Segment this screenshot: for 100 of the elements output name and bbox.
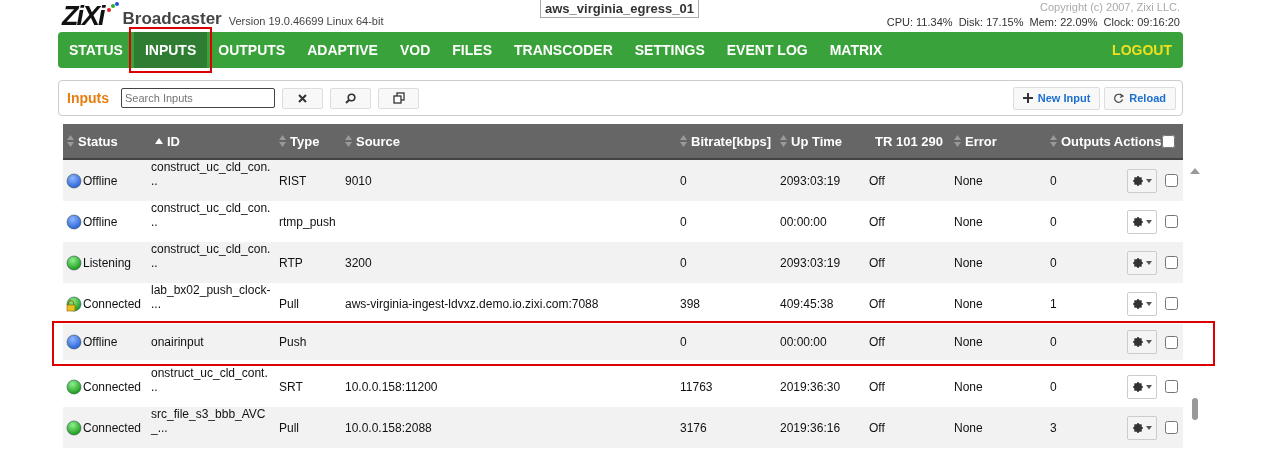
new-input-button[interactable]: New Input bbox=[1012, 86, 1101, 110]
tr-101-290-cell: Off bbox=[869, 335, 885, 349]
caret-icon bbox=[1145, 301, 1152, 306]
row-checkbox[interactable] bbox=[1165, 421, 1178, 434]
type-cell: RTP bbox=[279, 255, 303, 270]
actions-menu-button[interactable] bbox=[1127, 250, 1157, 275]
status-text: Offline bbox=[83, 173, 118, 188]
outputs-cell: 3 bbox=[1050, 420, 1057, 435]
section-title: Inputs bbox=[67, 90, 109, 106]
gear-icon bbox=[1132, 298, 1143, 309]
column-header[interactable]: Error bbox=[965, 133, 997, 149]
nav-tab[interactable]: SETTINGS bbox=[623, 32, 716, 68]
gear-icon bbox=[1132, 175, 1143, 186]
error-cell: None bbox=[954, 214, 983, 229]
select-all-checkbox[interactable] bbox=[1161, 134, 1175, 148]
row-checkbox[interactable] bbox=[1165, 256, 1178, 269]
type-cell: rtmp_push bbox=[279, 214, 336, 229]
row-checkbox[interactable] bbox=[1165, 380, 1178, 393]
input-id: construct_uc_cld_con. .. bbox=[151, 160, 271, 188]
server-name: aws_virginia_egress_01 bbox=[540, 0, 699, 18]
input-id: onstruct_uc_cld_cont. .. bbox=[151, 365, 268, 394]
uptime-cell: 2093:03:19 bbox=[780, 255, 841, 270]
column-header[interactable]: Up Time bbox=[791, 133, 843, 149]
tr-101-290-cell: Off bbox=[869, 420, 885, 435]
row-checkbox[interactable] bbox=[1165, 215, 1178, 228]
status-text: Connected bbox=[83, 420, 142, 435]
tr-101-290-cell: Off bbox=[869, 379, 885, 394]
search-button[interactable] bbox=[330, 87, 371, 109]
plus-icon bbox=[1022, 93, 1033, 103]
scrollbar-thumb[interactable] bbox=[1192, 398, 1198, 420]
column-header[interactable]: Type bbox=[290, 133, 320, 149]
bitrate-cell: 0 bbox=[680, 335, 687, 349]
type-cell: Push bbox=[279, 335, 307, 349]
nav-tab[interactable]: STATUS bbox=[58, 32, 134, 68]
search-icon bbox=[345, 92, 356, 104]
table-row[interactable]: Connected src_file_s3_bbb_AVC _... Pull 10.0.0.158:2088 3176 2019:36:16 Off None 3 bbox=[63, 407, 1183, 448]
copyright-text: Copyright (c) 2007, Zixi LLC. bbox=[1040, 0, 1180, 14]
actions-menu-button[interactable] bbox=[1127, 415, 1157, 440]
uptime-cell: 00:00:00 bbox=[780, 214, 827, 229]
system-stats: CPU: 11.34% Disk: 17.15% Mem: 22.09% Clock: 09:16:20 bbox=[886, 15, 1180, 30]
row-checkbox[interactable] bbox=[1165, 174, 1178, 187]
tr-101-290-cell: Off bbox=[869, 296, 885, 311]
source-cell: 3200 bbox=[345, 255, 372, 270]
status-text: Offline bbox=[83, 335, 118, 349]
nav-tab[interactable]: TRANSCODER bbox=[502, 32, 624, 68]
column-header: Actions bbox=[1113, 133, 1162, 149]
tr-101-290-cell: Off bbox=[869, 173, 885, 188]
row-checkbox[interactable] bbox=[1165, 297, 1178, 310]
actions-menu-button[interactable] bbox=[1127, 291, 1157, 316]
tr-101-290-cell: Off bbox=[869, 214, 885, 229]
nav-tab[interactable]: EVENT LOG bbox=[715, 32, 819, 68]
column-header[interactable]: Outputs bbox=[1061, 133, 1111, 149]
bitrate-cell: 3176 bbox=[680, 420, 707, 435]
actions-menu-button[interactable] bbox=[1127, 374, 1157, 399]
nav-tab[interactable]: FILES bbox=[441, 32, 503, 68]
source-cell: 10.0.0.158:2088 bbox=[345, 420, 432, 435]
table-row[interactable]: Offline onairinput Push 0 00:00:00 Off None 0 bbox=[63, 324, 1183, 360]
nav-tab[interactable]: OUTPUTS bbox=[207, 32, 297, 68]
type-cell: Pull bbox=[279, 420, 299, 435]
copy-button[interactable] bbox=[378, 87, 419, 109]
error-cell: None bbox=[954, 296, 983, 311]
error-cell: None bbox=[954, 255, 983, 270]
table-row[interactable]: Offline construct_uc_cld_con. .. RIST 9010 0 2093:03:19 Off None 0 bbox=[63, 160, 1183, 201]
caret-icon bbox=[1145, 425, 1152, 430]
gear-icon bbox=[1132, 422, 1143, 433]
type-cell: SRT bbox=[279, 379, 303, 394]
column-header[interactable]: ID bbox=[167, 133, 180, 149]
nav-tab[interactable]: MATRIX bbox=[818, 32, 894, 68]
type-cell: Pull bbox=[279, 296, 299, 311]
outputs-cell: 0 bbox=[1050, 255, 1057, 270]
actions-menu-button[interactable] bbox=[1127, 209, 1157, 234]
status-text: Listening bbox=[83, 255, 132, 270]
reload-button[interactable]: Reload bbox=[1104, 86, 1176, 110]
clear-button[interactable] bbox=[282, 87, 323, 109]
scroll-up-icon bbox=[1190, 168, 1200, 174]
product-name: Broadcaster bbox=[122, 8, 222, 30]
column-header[interactable]: Status bbox=[78, 133, 118, 149]
column-header[interactable]: Source bbox=[356, 133, 401, 149]
nav-tab[interactable]: VOD bbox=[388, 32, 442, 68]
type-cell: RIST bbox=[279, 173, 307, 188]
caret-icon bbox=[1145, 340, 1152, 344]
actions-menu-button[interactable] bbox=[1127, 168, 1157, 193]
bitrate-cell: 398 bbox=[680, 296, 701, 311]
outputs-cell: 0 bbox=[1050, 173, 1057, 188]
gear-icon bbox=[1132, 257, 1143, 268]
source-cell: aws-virginia-ingest-ldvxz.demo.io.zixi.com:7088 bbox=[345, 296, 599, 311]
outputs-cell: 0 bbox=[1050, 214, 1057, 229]
search-field[interactable]: Search Inputs bbox=[121, 88, 275, 108]
gear-icon bbox=[1132, 381, 1143, 392]
column-header[interactable]: Bitrate[kbps] bbox=[691, 133, 772, 149]
input-id: lab_bx02_push_clock- ... bbox=[151, 282, 271, 311]
nav-tab[interactable]: ADAPTIVE bbox=[296, 32, 389, 68]
error-cell: None bbox=[954, 420, 983, 435]
logo-text: ZiXi bbox=[62, 2, 106, 30]
row-checkbox[interactable] bbox=[1165, 335, 1178, 349]
table-row[interactable]: Listening construct_uc_cld_con. .. RTP 3200 0 2093:03:19 Off None 0 bbox=[63, 242, 1183, 283]
error-cell: None bbox=[954, 335, 983, 349]
actions-menu-button[interactable] bbox=[1127, 330, 1157, 354]
logo-dots-icon bbox=[106, 2, 119, 12]
outputs-cell: 0 bbox=[1050, 335, 1057, 349]
